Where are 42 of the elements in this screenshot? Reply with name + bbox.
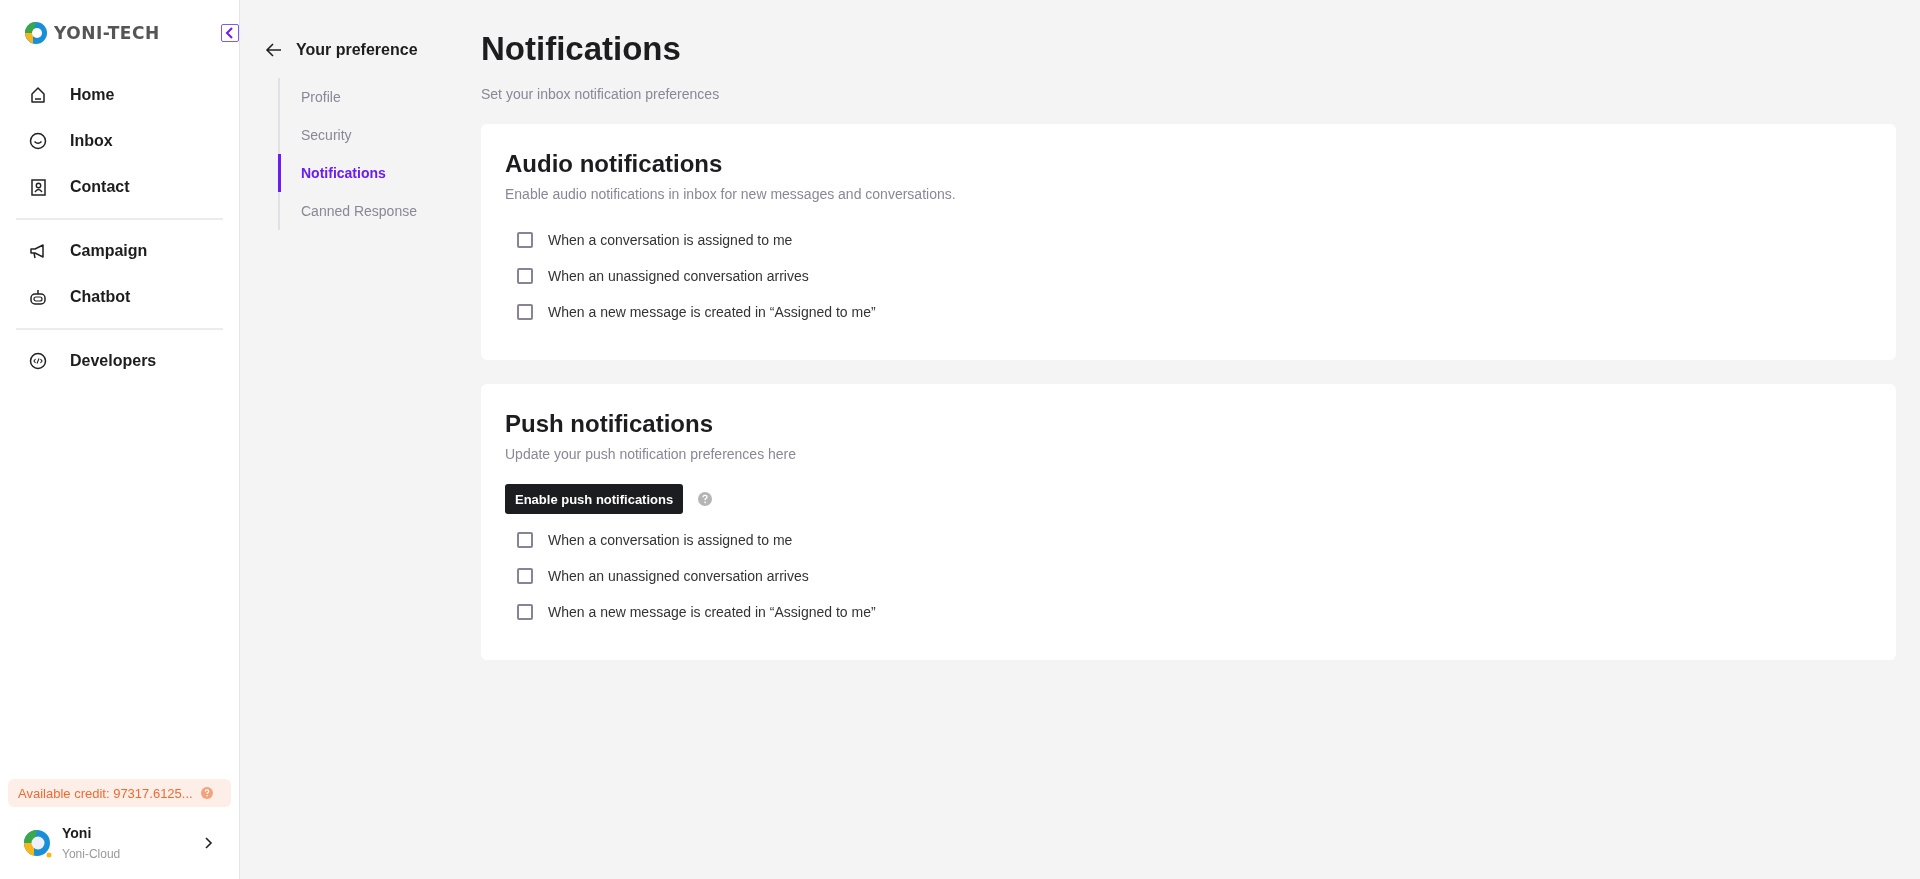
avatar-icon [22,828,52,858]
robot-icon [28,287,48,307]
logo-icon [24,21,48,45]
checkbox[interactable] [517,232,533,248]
chat-icon [28,131,48,151]
collapse-button[interactable] [221,24,239,42]
brand-name: YONI-TECH [54,23,160,43]
checkbox[interactable] [517,304,533,320]
checkbox[interactable] [517,268,533,284]
user-profile[interactable]: Yoni Yoni-Cloud [0,807,239,879]
card-title: Push notifications [505,410,714,438]
checkbox[interactable] [517,532,533,548]
nav-item[interactable]: Chatbot [16,274,223,320]
chevron-left-icon [225,27,235,39]
checkbox[interactable] [517,604,533,620]
help-icon [698,492,713,506]
card-title: Audio notifications [505,150,724,178]
page-title: Notifications [481,30,682,68]
checkbox[interactable] [517,568,533,584]
user-name: Yoni [62,825,93,841]
nav-item[interactable]: Campaign [16,228,223,274]
nav-item[interactable]: Inbox [16,118,223,164]
help-icon [200,787,213,799]
checkbox-label: When an unassigned conversation arrives [548,568,809,584]
nav-item[interactable]: Home [16,72,223,118]
nav-item[interactable]: Contact [16,164,223,210]
checkbox-label: When a conversation is assigned to me [548,532,793,548]
card-description: Update your push notification preferences here [505,446,798,462]
enable-push-button[interactable]: Enable push notifications [505,484,684,514]
section-title: Your preference [296,41,418,59]
card-description: Enable audio notifications in inbox for new messages and conversations. [505,186,957,202]
nav-item[interactable]: Developers [16,338,223,384]
checkbox-label: When a conversation is assigned to me [548,232,793,248]
code-icon [28,351,48,371]
contact-book-icon [28,177,48,197]
checkbox-label: When a new message is created in “Assigned to me” [548,304,876,320]
page-subtitle: Set your inbox notification preferences [481,86,721,102]
checkbox-label: When a new message is created in “Assigned to me” [548,604,876,620]
user-org: Yoni-Cloud [62,847,121,861]
checkbox-label: When an unassigned conversation arrives [548,268,809,284]
home-icon [28,85,48,105]
credit-text: Available credit: 97317.6125... [18,785,193,801]
